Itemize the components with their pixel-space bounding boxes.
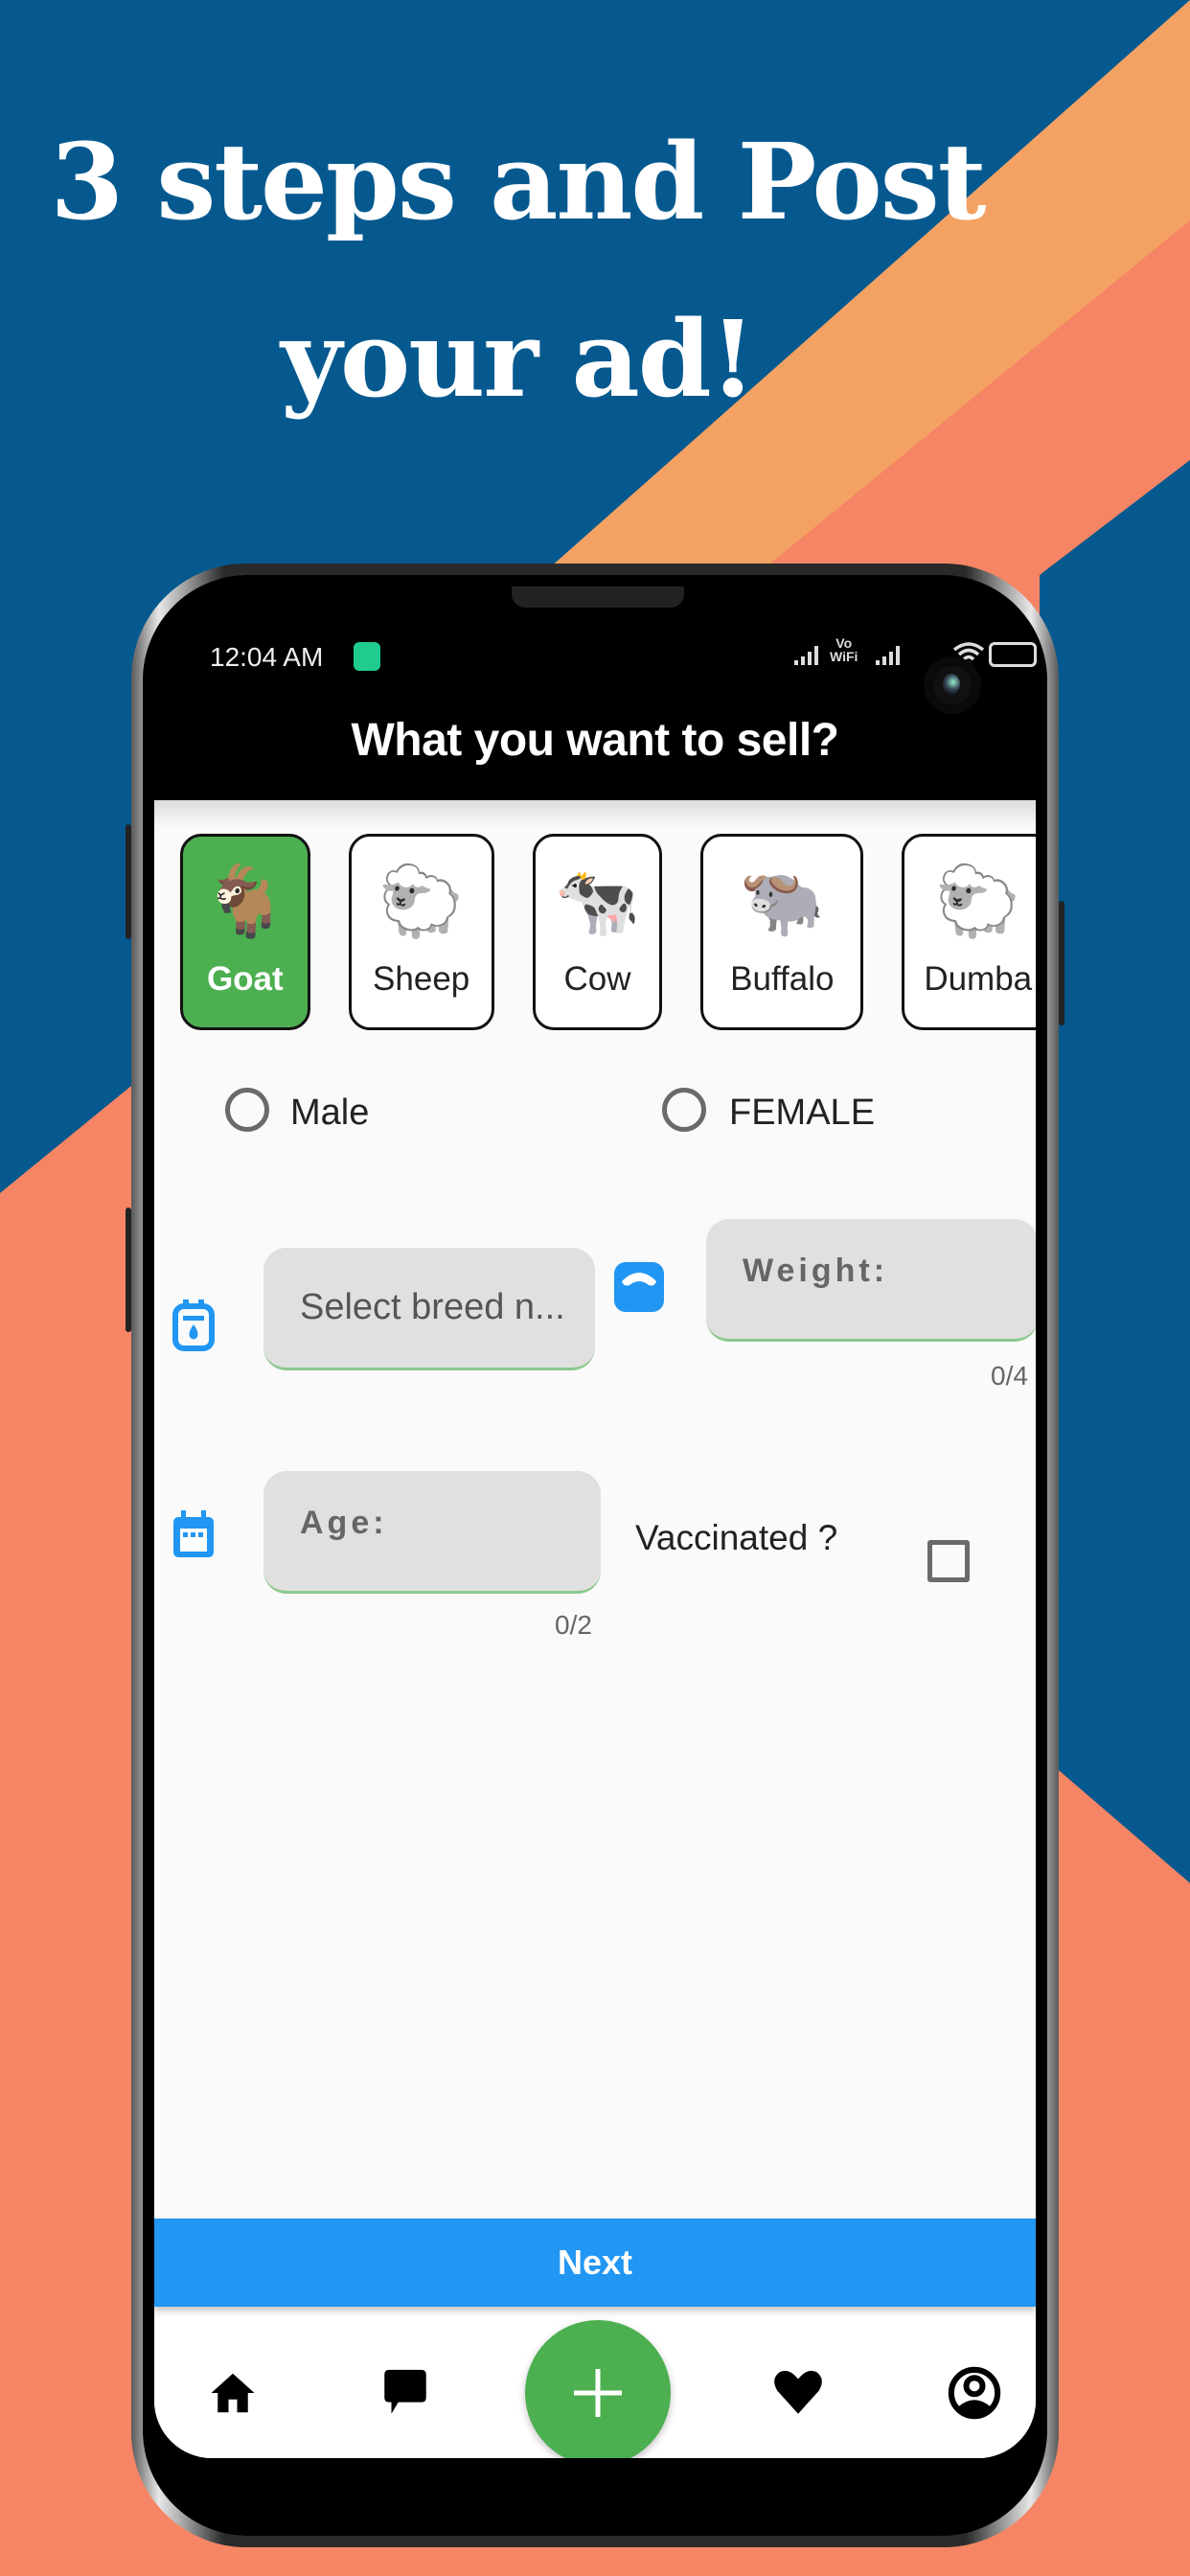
cell-signal-2-icon	[876, 646, 900, 665]
profile-icon	[948, 2366, 1001, 2420]
app-content: 🐐 Goat 🐑 Sheep 🐄 Cow 🐃 Buffalo 🐑 Dumba Male FEMAL…	[154, 800, 1036, 2458]
animal-label: Cow	[563, 960, 631, 998]
phone-side-button	[126, 824, 131, 939]
animal-card-cow[interactable]: 🐄 Cow	[532, 834, 663, 1030]
bottom-navigation	[154, 2316, 1036, 2458]
animal-card-dumba[interactable]: 🐑 Dumba	[902, 834, 1036, 1030]
animal-label: Dumba	[924, 960, 1033, 998]
animal-label: Buffalo	[730, 960, 835, 998]
animal-card-buffalo[interactable]: 🐃 Buffalo	[700, 834, 864, 1030]
cow-icon: 🐄	[554, 863, 641, 940]
buffalo-icon: 🐃	[739, 863, 826, 940]
goat-icon: 🐐	[202, 863, 288, 940]
weight-char-counter: 0/4	[991, 1361, 1028, 1391]
battery-icon	[989, 642, 1037, 667]
add-post-button[interactable]	[525, 2320, 671, 2458]
breed-bottle-icon	[172, 1300, 215, 1351]
weight-scale-icon	[614, 1262, 664, 1312]
nav-home[interactable]	[204, 2364, 262, 2422]
sheep-icon: 🐑	[378, 863, 465, 940]
age-char-counter: 0/2	[555, 1610, 592, 1640]
animal-card-goat[interactable]: 🐐 Goat	[180, 834, 310, 1030]
add-icon	[574, 2369, 622, 2417]
vowifi-icon: Vo WiFi	[830, 636, 858, 663]
vaccinated-label: Vaccinated ?	[635, 1518, 838, 1557]
female-radio[interactable]	[662, 1088, 706, 1132]
female-label: FEMALE	[729, 1092, 876, 1133]
male-label: Male	[290, 1092, 370, 1133]
favorite-icon	[774, 2370, 822, 2414]
male-radio[interactable]	[225, 1088, 269, 1132]
vaccinated-checkbox[interactable]	[927, 1540, 970, 1582]
chat-icon	[384, 2369, 426, 2414]
promo-headline-line1: 3 steps and Post	[50, 120, 986, 243]
home-icon	[211, 2373, 255, 2413]
earpiece-speaker	[512, 586, 684, 608]
page-title: What you want to sell?	[351, 715, 839, 766]
phone-side-button	[1059, 901, 1064, 1025]
app-notification-icon	[354, 642, 380, 671]
nav-chat[interactable]	[377, 2364, 434, 2422]
calendar-icon	[173, 1510, 214, 1557]
phone-frame: 12:04 AM Vo WiFi What you want to sell?	[131, 564, 1059, 2547]
promo-headline-line2: your ad!	[281, 297, 756, 421]
phone-side-button	[126, 1208, 131, 1332]
gender-radio-group: Male FEMALE	[154, 1083, 1036, 1140]
status-bar: 12:04 AM Vo WiFi	[181, 632, 1037, 680]
phone-screen: 12:04 AM Vo WiFi What you want to sell?	[143, 575, 1047, 2536]
animal-label: Sheep	[373, 960, 470, 998]
status-time: 12:04 AM	[210, 642, 324, 672]
dumba-icon: 🐑	[934, 863, 1021, 940]
animal-card-sheep[interactable]: 🐑 Sheep	[348, 834, 494, 1030]
nav-profile[interactable]	[946, 2364, 1003, 2422]
nav-favorites[interactable]	[769, 2364, 827, 2422]
weight-input[interactable]: Weight:	[706, 1219, 1036, 1342]
next-button[interactable]: Next	[154, 2219, 1036, 2307]
cell-signal-icon	[794, 646, 818, 665]
vowifi-bottom-text: WiFi	[830, 649, 858, 664]
front-camera	[924, 656, 981, 714]
animal-category-list[interactable]: 🐐 Goat 🐑 Sheep 🐄 Cow 🐃 Buffalo 🐑 Dumba	[180, 834, 1036, 1030]
age-input[interactable]: Age:	[263, 1471, 601, 1594]
breed-select[interactable]: Select breed n...	[263, 1248, 595, 1370]
animal-label: Goat	[206, 960, 284, 998]
